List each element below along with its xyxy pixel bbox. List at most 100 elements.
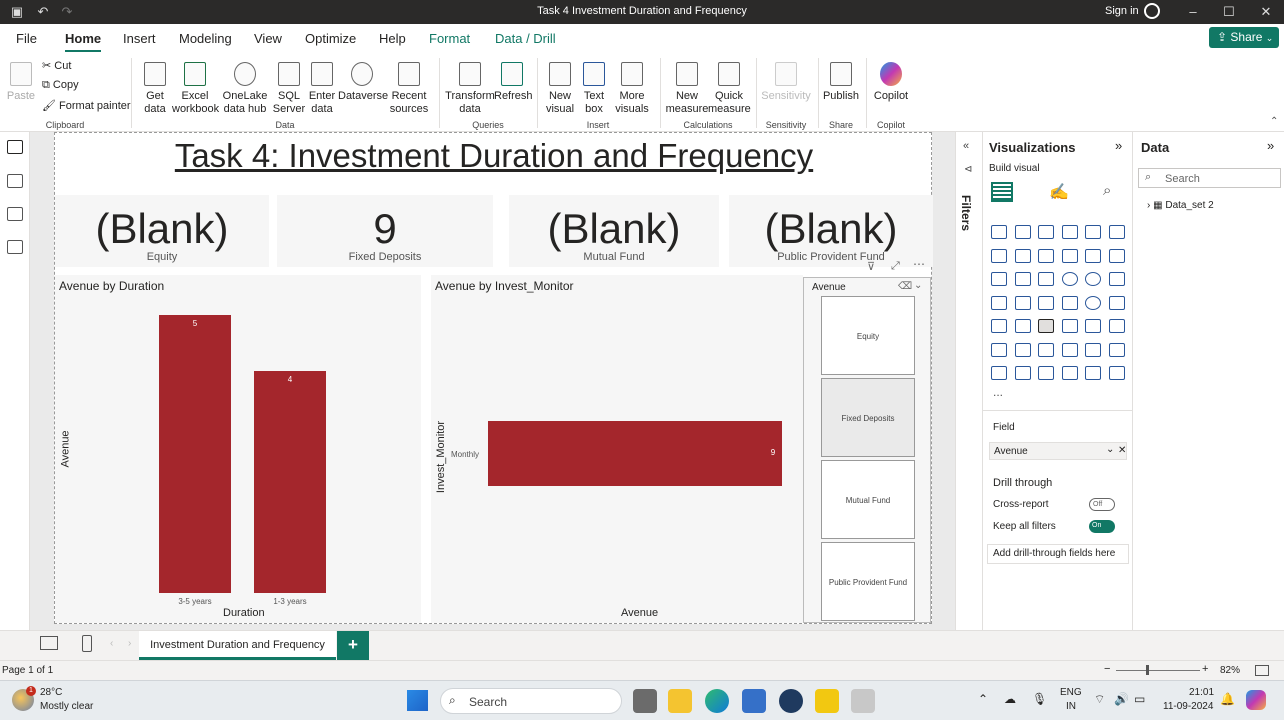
mobile-layout-icon[interactable]	[82, 635, 92, 652]
menu-optimize[interactable]: Optimize	[305, 31, 356, 46]
menu-file[interactable]: File	[16, 31, 37, 46]
sql-server-button[interactable]: SQL Server	[272, 58, 306, 116]
power-automate-icon[interactable]	[1061, 366, 1078, 380]
task-view-icon[interactable]	[633, 689, 657, 713]
copy-button[interactable]: ⧉ Copy	[42, 79, 79, 92]
card-public-provident-fund[interactable]: (Blank) Public Provident Fund	[729, 195, 933, 267]
file-explorer-icon[interactable]	[668, 689, 692, 713]
waterfall-icon[interactable]	[991, 272, 1007, 286]
treemap-icon[interactable]	[1108, 272, 1125, 286]
avenue-slicer[interactable]: Avenue ⌫ ⌄ Equity Fixed Deposits Mutual …	[803, 277, 931, 623]
chart-avenue-by-duration[interactable]: Avenue by Duration Avenue Duration 5 3-5 …	[55, 275, 421, 623]
copilot-taskbar-icon[interactable]	[1246, 690, 1266, 710]
table-data-set-2[interactable]: › ▦ Data_set 2	[1147, 200, 1214, 211]
maximize-icon[interactable]: ☐	[1218, 2, 1240, 22]
multirow-card-icon[interactable]	[991, 319, 1007, 333]
scatter-icon[interactable]	[1038, 272, 1054, 286]
dataverse-button[interactable]: Dataverse	[338, 58, 388, 103]
chevron-up-icon[interactable]: ⌃	[978, 692, 988, 706]
slicer-item-fixed-deposits[interactable]: Fixed Deposits	[821, 378, 915, 457]
power-apps-icon[interactable]	[1038, 366, 1054, 380]
narrative-icon[interactable]	[1085, 342, 1101, 357]
dax-query-icon[interactable]	[7, 240, 23, 254]
recent-sources-button[interactable]: Recent sources	[386, 58, 432, 116]
add-page-button[interactable]: +	[337, 631, 369, 660]
matrix-icon[interactable]	[1085, 319, 1101, 333]
ribbon-icon[interactable]	[1108, 248, 1125, 263]
menu-help[interactable]: Help	[379, 31, 406, 46]
filled-map-icon[interactable]	[1014, 295, 1031, 310]
new-visual-button[interactable]: New visual	[542, 58, 578, 116]
key-influencers-icon[interactable]	[1014, 342, 1031, 357]
metrics-icon[interactable]	[1014, 366, 1031, 380]
cross-report-toggle[interactable]: Off	[1089, 498, 1115, 511]
cut-button[interactable]: ✂ Cut	[42, 59, 71, 72]
account-icon[interactable]	[1144, 3, 1160, 19]
clock-date[interactable]: 11-09-2024	[1163, 701, 1213, 712]
edge-icon[interactable]	[705, 689, 729, 713]
clustered-bar-icon[interactable]	[1038, 225, 1054, 239]
100-column-icon[interactable]	[1108, 225, 1125, 239]
chevron-down-icon[interactable]: ⌄	[914, 280, 922, 291]
paginated-icon[interactable]	[991, 366, 1007, 380]
windows-start-icon[interactable]	[407, 690, 428, 711]
bell-icon[interactable]: 🔔	[1220, 692, 1235, 706]
decomposition-tree-icon[interactable]	[1038, 342, 1054, 357]
chart-avenue-by-invest-monitor[interactable]: Avenue by Invest_Monitor Invest_Monitor …	[431, 275, 803, 623]
more-chevron-icon[interactable]	[1108, 366, 1125, 380]
desktop-layout-icon[interactable]	[40, 636, 58, 650]
fit-to-page-icon[interactable]	[1255, 665, 1269, 676]
donut-icon[interactable]	[1085, 272, 1101, 286]
text-box-button[interactable]: Text box	[578, 58, 610, 116]
collapse-ribbon-icon[interactable]: ⌃	[1270, 116, 1278, 127]
more-options-icon[interactable]: ⋯	[913, 257, 925, 271]
zoom-in-icon[interactable]: +	[1202, 663, 1208, 675]
stacked-column-icon[interactable]	[1014, 225, 1031, 239]
table-view-icon[interactable]	[7, 174, 23, 188]
menu-home[interactable]: Home	[65, 31, 102, 53]
menu-insert[interactable]: Insert	[123, 31, 156, 46]
100-bar-icon[interactable]	[1085, 225, 1101, 239]
slicer-icon[interactable]	[1038, 319, 1054, 333]
field-well-avenue[interactable]: Avenue ⌄ ✕	[989, 442, 1127, 460]
data-search-box[interactable]: ⌕ Search	[1138, 168, 1281, 188]
funnel-icon[interactable]	[1014, 272, 1031, 286]
keep-all-filters-toggle[interactable]: On	[1089, 520, 1115, 533]
remove-field-icon[interactable]: ✕	[1118, 445, 1126, 456]
refresh-button[interactable]: Refresh	[494, 58, 533, 103]
report-view-icon[interactable]	[7, 140, 23, 154]
trophy-icon[interactable]	[1108, 342, 1125, 357]
collapse-pane-icon[interactable]: »	[1267, 138, 1274, 153]
filter-icon[interactable]: ⊽	[867, 260, 875, 273]
expand-filters-icon[interactable]: «	[963, 140, 969, 152]
more-visuals-ellipsis[interactable]: ...	[993, 385, 1003, 399]
taskbar-search[interactable]: ⌕ Search	[440, 688, 622, 714]
volume-icon[interactable]: 🔊	[1114, 692, 1129, 706]
share-button[interactable]: ⇪ Share ⌄	[1209, 27, 1279, 48]
filters-pane[interactable]: « ⊲ Filters	[955, 132, 982, 660]
shape-icon[interactable]	[1085, 366, 1101, 380]
get-data-button[interactable]: Get data	[136, 58, 174, 116]
region-code[interactable]: IN	[1066, 701, 1076, 712]
model-view-icon[interactable]	[7, 207, 23, 221]
zoom-slider[interactable]	[1116, 670, 1200, 671]
card-icon[interactable]	[1108, 295, 1125, 310]
area-icon[interactable]	[1014, 248, 1031, 263]
quick-measure-button[interactable]: Quick measure	[708, 58, 751, 116]
new-measure-button[interactable]: New measure	[664, 58, 710, 116]
azure-map-icon[interactable]	[1038, 295, 1054, 310]
menu-modeling[interactable]: Modeling	[179, 31, 232, 46]
chevron-down-icon[interactable]: ⌄	[1106, 444, 1114, 455]
format-visual-tab-icon[interactable]: ✍	[1049, 182, 1069, 202]
wifi-icon[interactable]: ⌔	[1094, 692, 1105, 707]
slicer-item-public-provident-fund[interactable]: Public Provident Fund	[821, 542, 915, 621]
collapse-pane-icon[interactable]: »	[1115, 138, 1122, 153]
sign-in-link[interactable]: Sign in	[1105, 5, 1139, 17]
arcgis-icon[interactable]	[1061, 295, 1078, 310]
line-column-icon[interactable]	[1061, 248, 1078, 263]
copilot-button[interactable]: Copilot	[870, 58, 912, 103]
report-title[interactable]: Task 4: Investment Duration and Frequenc…	[55, 137, 933, 175]
snipping-tool-icon[interactable]	[851, 689, 875, 713]
r-visual-icon[interactable]	[1108, 319, 1125, 333]
bar-1-3-years[interactable]	[254, 370, 326, 593]
